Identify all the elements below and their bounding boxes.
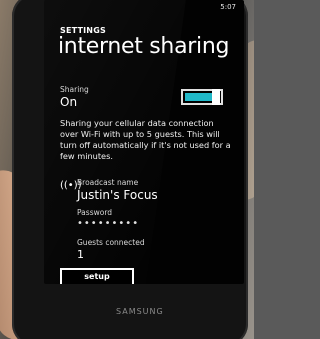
phone-device: 5:07 SETTINGS internet sharing Sharing O… (12, 0, 248, 339)
password-value: ••••••••• (77, 218, 140, 229)
phone-screen: 5:07 SETTINGS internet sharing Sharing O… (44, 0, 244, 284)
guests-count: 1 (77, 248, 84, 261)
photo-background: 5:07 SETTINGS internet sharing Sharing O… (0, 0, 254, 339)
guests-label: Guests connected (77, 238, 145, 247)
sharing-label: Sharing (60, 85, 89, 94)
toggle-thumb[interactable] (212, 89, 220, 105)
toggle-fill (185, 93, 213, 101)
page-title: internet sharing (58, 34, 230, 59)
password-label: Password (77, 208, 113, 217)
sharing-description: Sharing your cellular data connection ov… (60, 118, 231, 161)
broadcast-label: Broadcast name (77, 178, 139, 187)
status-time: 5:07 (220, 3, 236, 11)
broadcast-name: Justin's Focus (77, 188, 158, 202)
sharing-state: On (60, 95, 78, 109)
device-brand: SAMSUNG (116, 307, 164, 316)
sharing-toggle[interactable] (181, 89, 223, 105)
setup-button[interactable]: setup (60, 268, 134, 284)
